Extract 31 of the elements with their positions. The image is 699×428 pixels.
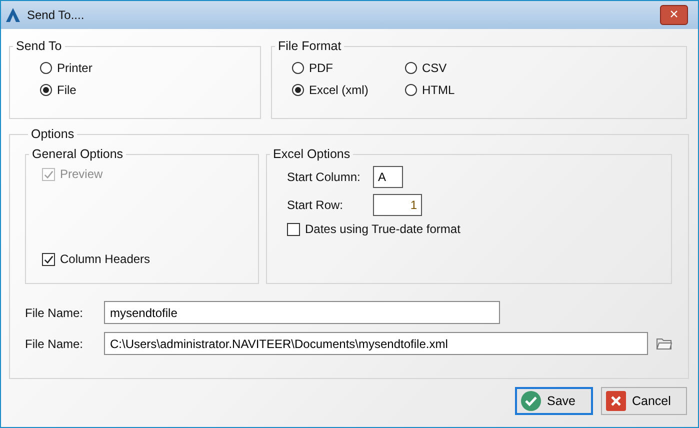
- close-button[interactable]: ×: [660, 5, 688, 25]
- radio-option[interactable]: PDF: [292, 61, 405, 75]
- field-label: File Name:: [25, 336, 84, 350]
- radio-option[interactable]: HTML: [405, 83, 505, 97]
- input-field[interactable]: mysendtofile: [104, 301, 500, 324]
- group-title: General Options: [31, 147, 124, 161]
- field-label: File Name:: [25, 306, 84, 320]
- radio-option[interactable]: Excel (xml): [292, 83, 405, 97]
- checkbox-option[interactable]: Dates using True-date format: [287, 222, 671, 236]
- input-field[interactable]: C:\Users\administrator.NAVITEER\Documents\mysendtofile.xml: [104, 332, 648, 355]
- group-title: Options: [30, 127, 76, 141]
- input-field[interactable]: A: [373, 166, 403, 188]
- check-circle-icon: [521, 391, 541, 411]
- cancel-button[interactable]: Cancel: [601, 387, 687, 415]
- app-logo-icon: [5, 7, 21, 23]
- folder-icon[interactable]: [656, 337, 672, 350]
- check-icon: [43, 254, 54, 264]
- group-title: Excel Options: [272, 147, 352, 161]
- window-title: Send To....: [27, 8, 86, 22]
- close-icon: [606, 391, 626, 411]
- radio-option[interactable]: File: [40, 83, 260, 97]
- check-icon: [43, 168, 54, 180]
- group-title: Send To: [15, 39, 63, 53]
- checkbox-option[interactable]: Column Headers: [42, 252, 258, 266]
- radio-option[interactable]: Printer: [40, 61, 260, 75]
- group-title: File Format: [277, 39, 342, 53]
- save-button[interactable]: Save: [515, 387, 593, 415]
- input-field[interactable]: 1: [373, 194, 422, 216]
- field-label: Start Row:: [287, 198, 344, 212]
- radio-option[interactable]: CSV: [405, 61, 505, 75]
- field-label: Start Column:: [287, 170, 362, 184]
